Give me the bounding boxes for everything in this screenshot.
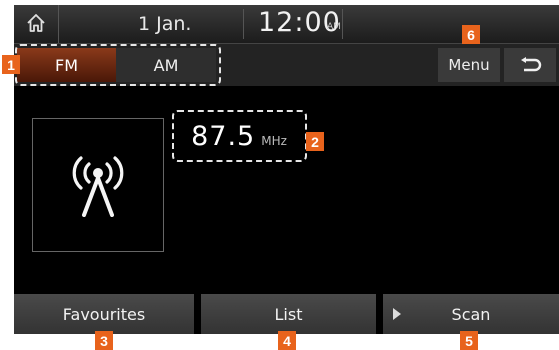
divider <box>243 9 244 39</box>
scan-label: Scan <box>451 304 491 324</box>
callout-menu: 6 <box>462 25 480 44</box>
menu-label: Menu <box>448 56 490 74</box>
date-display: 1 Jan. <box>138 13 192 35</box>
list-label: List <box>274 304 303 324</box>
divider <box>342 9 343 39</box>
scan-button[interactable]: Scan <box>383 294 559 334</box>
favourites-button[interactable]: Favourites <box>14 294 194 334</box>
home-icon <box>27 14 45 32</box>
callout-scan: 5 <box>460 331 478 350</box>
callout-favourites: 3 <box>95 331 113 350</box>
list-button[interactable]: List <box>201 294 376 334</box>
play-icon <box>393 308 401 320</box>
favourites-label: Favourites <box>62 304 146 324</box>
callout-list: 4 <box>278 331 296 350</box>
home-button[interactable] <box>14 5 59 43</box>
callout-frequency: 2 <box>306 132 324 151</box>
callout-band: 1 <box>2 55 20 74</box>
antenna-icon <box>72 156 124 217</box>
band-highlight-frame <box>15 44 221 86</box>
menu-button[interactable]: Menu <box>438 48 500 82</box>
back-button[interactable] <box>504 48 556 82</box>
frequency-highlight-frame <box>172 110 307 162</box>
ampm-indicator: AM <box>327 22 341 32</box>
back-icon <box>521 57 542 72</box>
station-artwork <box>32 118 164 252</box>
